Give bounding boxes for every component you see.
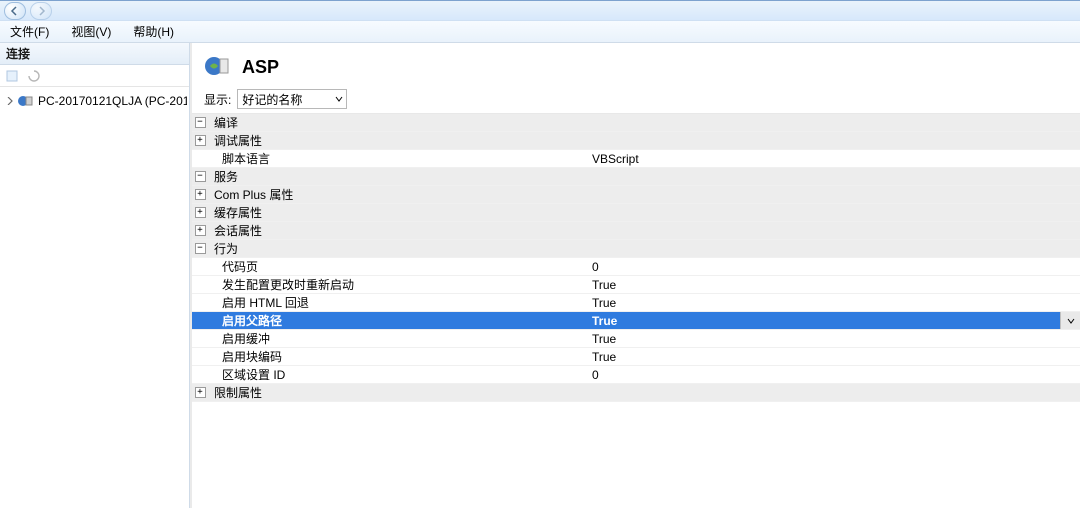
property-row[interactable]: 代码页0 [192,258,1080,276]
property-row[interactable]: 脚本语言VBScript [192,150,1080,168]
navigation-bar [0,1,1080,21]
asp-icon [204,53,232,81]
property-name: 启用 HTML 回退 [208,294,588,311]
property-group-row[interactable]: +缓存属性 [192,204,1080,222]
property-value[interactable]: True [588,312,1060,329]
property-name: 发生配置更改时重新启动 [208,276,588,293]
property-row[interactable]: 启用块编码True [192,348,1080,366]
property-value [588,186,1080,203]
minus-icon[interactable]: − [195,117,206,128]
property-name: 代码页 [208,258,588,275]
property-value [588,168,1080,185]
property-value[interactable]: True [588,330,1080,347]
page-title: ASP [242,57,279,78]
property-group-row[interactable]: +调试属性 [192,132,1080,150]
property-value [588,384,1080,401]
plus-icon[interactable]: + [195,225,206,236]
property-value[interactable]: 0 [588,258,1080,275]
display-filter-row: 显示: 好记的名称 [192,85,1080,114]
property-row[interactable]: 启用缓冲True [192,330,1080,348]
minus-icon[interactable]: − [195,171,206,182]
property-grid[interactable]: −编译+调试属性脚本语言VBScript−服务+Com Plus 属性+缓存属性… [192,114,1080,508]
property-name: 服务 [208,168,588,185]
property-name: 行为 [208,240,588,257]
minus-icon[interactable]: − [195,243,206,254]
property-group-row[interactable]: −编译 [192,114,1080,132]
property-value [588,240,1080,257]
property-value [588,204,1080,221]
chevron-down-icon [335,92,343,106]
property-name: 会话属性 [208,222,588,239]
value-dropdown-button[interactable] [1060,312,1080,329]
property-value[interactable]: True [588,294,1080,311]
property-name: 调试属性 [208,132,588,149]
property-value [588,114,1080,131]
back-button[interactable] [4,2,26,20]
connections-panel: 连接 PC-20170121QLJA (PC-201 [0,43,190,508]
property-name: 限制属性 [208,384,588,401]
property-group-row[interactable]: −行为 [192,240,1080,258]
menu-view[interactable]: 视图(V) [67,21,115,42]
plus-icon[interactable]: + [195,207,206,218]
plus-icon[interactable]: + [195,387,206,398]
main-split: 连接 PC-20170121QLJA (PC-201 [0,43,1080,508]
connections-toolbar [0,65,189,87]
property-name: 编译 [208,114,588,131]
property-row[interactable]: 区域设置 ID0 [192,366,1080,384]
property-row[interactable]: 发生配置更改时重新启动True [192,276,1080,294]
menu-file[interactable]: 文件(F) [6,21,53,42]
menubar: 文件(F) 视图(V) 帮助(H) [0,21,1080,43]
connections-tree: PC-20170121QLJA (PC-201 [0,87,189,508]
display-label: 显示: [204,91,231,108]
property-row[interactable]: 启用父路径True [192,312,1080,330]
property-name: 启用父路径 [208,312,588,329]
property-value [588,222,1080,239]
display-mode-value: 好记的名称 [242,91,302,108]
plus-icon[interactable]: + [195,189,206,200]
server-node-label: PC-20170121QLJA (PC-201 [38,94,187,108]
chevron-down-icon [1067,317,1075,325]
tree-expander-icon[interactable] [6,96,14,106]
property-name: 脚本语言 [208,150,588,167]
display-mode-select[interactable]: 好记的名称 [237,89,347,109]
property-value[interactable]: 0 [588,366,1080,383]
property-name: Com Plus 属性 [208,186,588,203]
property-name: 启用块编码 [208,348,588,365]
refresh-icon[interactable] [26,68,42,84]
forward-button[interactable] [30,2,52,20]
content-header: ASP [192,43,1080,85]
plus-icon[interactable]: + [195,135,206,146]
property-name: 缓存属性 [208,204,588,221]
connect-icon[interactable] [4,68,20,84]
property-value[interactable]: True [588,348,1080,365]
server-node[interactable]: PC-20170121QLJA (PC-201 [2,91,187,111]
property-group-row[interactable]: +会话属性 [192,222,1080,240]
property-name: 区域设置 ID [208,366,588,383]
property-value[interactable]: VBScript [588,150,1080,167]
property-row[interactable]: 启用 HTML 回退True [192,294,1080,312]
content-panel: ASP 显示: 好记的名称 −编译+调试属性脚本语言VBScript−服务+Co… [190,43,1080,508]
property-group-row[interactable]: +Com Plus 属性 [192,186,1080,204]
connections-header: 连接 [0,43,189,65]
server-icon [18,93,34,109]
property-name: 启用缓冲 [208,330,588,347]
property-value[interactable]: True [588,276,1080,293]
property-group-row[interactable]: +限制属性 [192,384,1080,402]
menu-help[interactable]: 帮助(H) [129,21,178,42]
property-group-row[interactable]: −服务 [192,168,1080,186]
property-value [588,132,1080,149]
